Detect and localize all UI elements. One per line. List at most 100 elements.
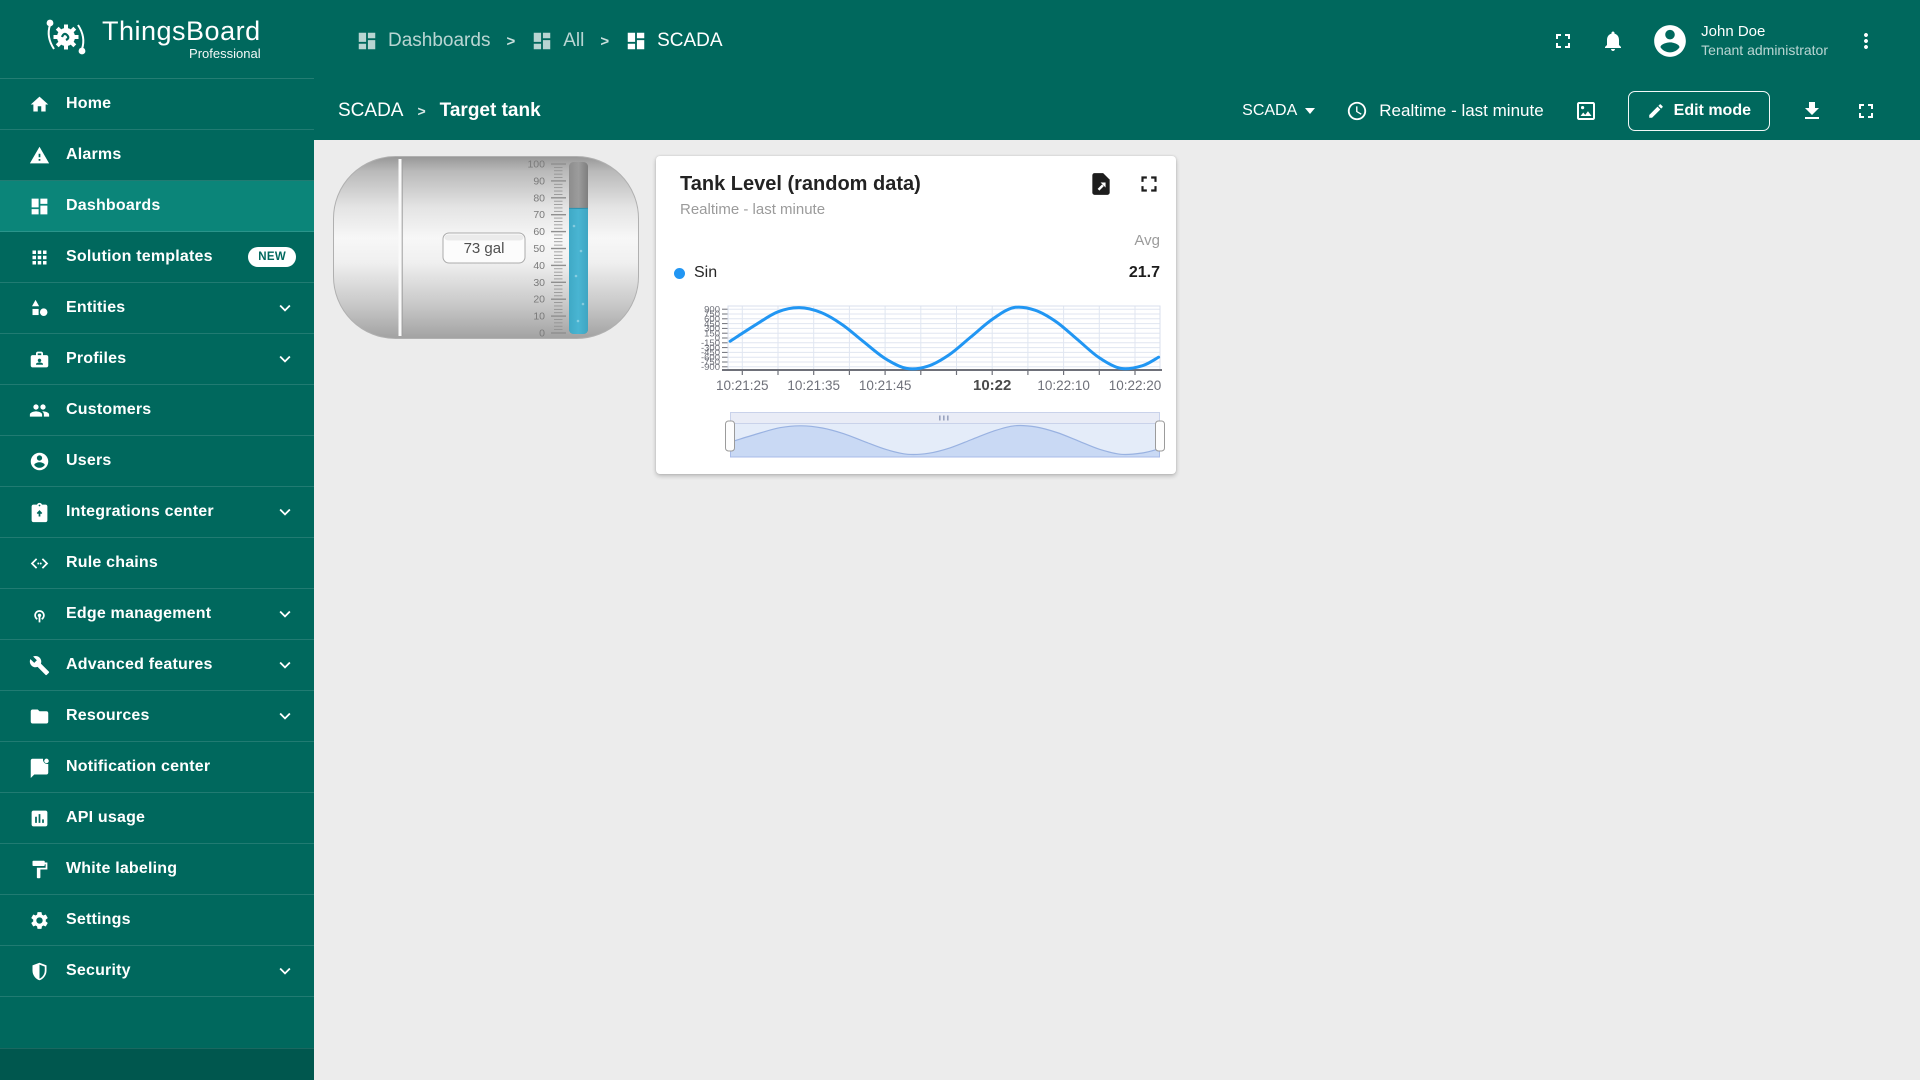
dashboard-icon bbox=[356, 30, 378, 52]
api-icon bbox=[28, 807, 50, 829]
timeseries-chart[interactable]: 9007506004503001500-150-300-450-600-750-… bbox=[680, 294, 1166, 404]
preview-selected-range[interactable] bbox=[731, 423, 1160, 457]
x-axis-label: 10:21:45 bbox=[859, 378, 912, 393]
sidebar-item-security[interactable]: Security bbox=[0, 946, 314, 997]
chevron-down-icon bbox=[274, 960, 296, 982]
notifications-bell-icon[interactable] bbox=[1601, 29, 1625, 53]
sidebar-item-label: Notification center bbox=[66, 758, 296, 776]
chevron-down-icon[interactable] bbox=[274, 960, 296, 982]
sidebar-item-edge-management[interactable]: Edge management bbox=[0, 589, 314, 640]
chevron-down-icon[interactable] bbox=[274, 348, 296, 370]
thingsboard-logo[interactable]: ThingsBoard Professional bbox=[0, 0, 314, 79]
range-handle-left[interactable] bbox=[726, 421, 735, 451]
breadcrumb-item-all[interactable]: All bbox=[531, 30, 584, 52]
sidebar-item-entities[interactable]: Entities bbox=[0, 283, 314, 334]
sidebar-item-label: Users bbox=[66, 452, 296, 470]
edit-mode-button[interactable]: Edit mode bbox=[1628, 91, 1770, 131]
sidebar-item-api-usage[interactable]: API usage bbox=[0, 793, 314, 844]
sidebar-item-rule-chains[interactable]: Rule chains bbox=[0, 538, 314, 589]
edit-mode-label: Edit mode bbox=[1674, 102, 1751, 120]
sidebar-item-alarms[interactable]: Alarms bbox=[0, 130, 314, 181]
sidebar-item-advanced-features[interactable]: Advanced features bbox=[0, 640, 314, 691]
x-axis-label: 10:21:35 bbox=[787, 378, 840, 393]
chevron-down-icon[interactable] bbox=[274, 501, 296, 523]
chevron-down-icon[interactable] bbox=[274, 705, 296, 727]
sidebar-item-integrations-center[interactable]: Integrations center bbox=[0, 487, 314, 538]
sidebar-item-notification-center[interactable]: Notification center bbox=[0, 742, 314, 793]
sidebar-item-profiles[interactable]: Profiles bbox=[0, 334, 314, 385]
sidebar-item-home[interactable]: Home bbox=[0, 79, 314, 130]
tank-scale-label: 0 bbox=[539, 328, 545, 340]
tank-scale-label: 30 bbox=[533, 277, 545, 289]
edge-icon bbox=[29, 604, 50, 625]
tank-scale-label: 70 bbox=[533, 209, 545, 221]
tank-scale-label: 40 bbox=[533, 260, 545, 272]
widget-fullscreen-icon[interactable] bbox=[1136, 171, 1162, 197]
gear-icon bbox=[29, 910, 50, 931]
dashboard-icon bbox=[625, 30, 647, 52]
legend-series-dot bbox=[674, 268, 685, 279]
tank-level-chart-card[interactable]: Tank Level (random data) Realtime - last… bbox=[656, 156, 1176, 474]
chevron-down-icon bbox=[274, 501, 296, 523]
timewindow-button[interactable]: Realtime - last minute bbox=[1345, 99, 1543, 123]
thingsboard-logo-icon bbox=[40, 11, 92, 68]
sidebar: ThingsBoard Professional HomeAlarmsDashb… bbox=[0, 0, 314, 1080]
avatar bbox=[1651, 22, 1689, 60]
new-badge: NEW bbox=[248, 247, 296, 267]
preview-scroll-bar[interactable] bbox=[731, 413, 1160, 424]
pencil-icon bbox=[1647, 102, 1665, 120]
dashboard-breadcrumb-root[interactable]: SCADA bbox=[338, 100, 403, 122]
sidebar-item-white-labeling[interactable]: White labeling bbox=[0, 844, 314, 895]
sidebar-item-settings[interactable]: Settings bbox=[0, 895, 314, 946]
sidebar-item-label: Customers bbox=[66, 401, 296, 419]
sidebar-item-solution-templates[interactable]: Solution templatesNEW bbox=[0, 232, 314, 283]
brand-name: ThingsBoard bbox=[102, 18, 261, 45]
aggregation-header: Avg bbox=[1134, 232, 1160, 249]
sidebar-item-label: Solution templates bbox=[66, 248, 248, 266]
white-label-icon bbox=[29, 859, 50, 880]
export-widget-data-icon[interactable] bbox=[1088, 171, 1114, 197]
user-menu[interactable]: John Doe Tenant administrator bbox=[1651, 22, 1828, 60]
sidebar-item-label: White labeling bbox=[66, 860, 296, 878]
chart-title: Tank Level (random data) bbox=[680, 173, 921, 196]
fullscreen-icon[interactable] bbox=[1551, 29, 1575, 53]
tank-scale-label: 50 bbox=[533, 243, 545, 255]
more-vert-icon[interactable] bbox=[1854, 29, 1878, 53]
chevron-down-icon[interactable] bbox=[274, 603, 296, 625]
sidebar-item-resources[interactable]: Resources bbox=[0, 691, 314, 742]
range-handle-right[interactable] bbox=[1156, 421, 1165, 451]
breadcrumb-item-dashboards[interactable]: Dashboards bbox=[356, 30, 490, 52]
chevron-down-icon[interactable] bbox=[274, 654, 296, 676]
entities-icon bbox=[29, 298, 50, 319]
chart-range-scrollbar[interactable] bbox=[730, 412, 1160, 458]
home-icon bbox=[29, 94, 50, 115]
white-label-icon bbox=[28, 858, 50, 880]
chart-timewindow-subtitle: Realtime - last minute bbox=[680, 201, 825, 218]
tank-scale-label: 90 bbox=[533, 175, 545, 187]
sidebar-item-customers[interactable]: Customers bbox=[0, 385, 314, 436]
sidebar-filler bbox=[0, 997, 314, 1048]
apps-icon bbox=[28, 246, 50, 268]
sidebar-item-dashboards[interactable]: Dashboards bbox=[0, 181, 314, 232]
caret-down-icon bbox=[1305, 108, 1315, 114]
customers-icon bbox=[29, 400, 50, 421]
chevron-down-icon bbox=[274, 348, 296, 370]
tank-scale-label: 10 bbox=[533, 311, 545, 323]
download-icon[interactable] bbox=[1800, 99, 1824, 123]
dashboard-state-select[interactable]: SCADA bbox=[1242, 102, 1315, 120]
sidebar-item-users[interactable]: Users bbox=[0, 436, 314, 487]
rule-chains-icon bbox=[29, 553, 50, 574]
user-role: Tenant administrator bbox=[1701, 42, 1828, 60]
api-icon bbox=[29, 808, 50, 829]
legend-series-label[interactable]: Sin bbox=[694, 264, 717, 282]
tank-widget[interactable]: 010203040506070809010073 gal bbox=[333, 156, 639, 339]
toolbar-fullscreen-icon[interactable] bbox=[1854, 99, 1878, 123]
profiles-icon bbox=[28, 348, 50, 370]
image-gallery-icon[interactable] bbox=[1574, 99, 1598, 123]
breadcrumb-separator: > bbox=[600, 33, 609, 50]
tank-value-label: 73 gal bbox=[464, 240, 505, 257]
breadcrumb-item-scada[interactable]: SCADA bbox=[625, 30, 722, 52]
shield-icon bbox=[29, 961, 50, 982]
y-axis-label: -900 bbox=[701, 362, 720, 373]
chevron-down-icon[interactable] bbox=[274, 297, 296, 319]
